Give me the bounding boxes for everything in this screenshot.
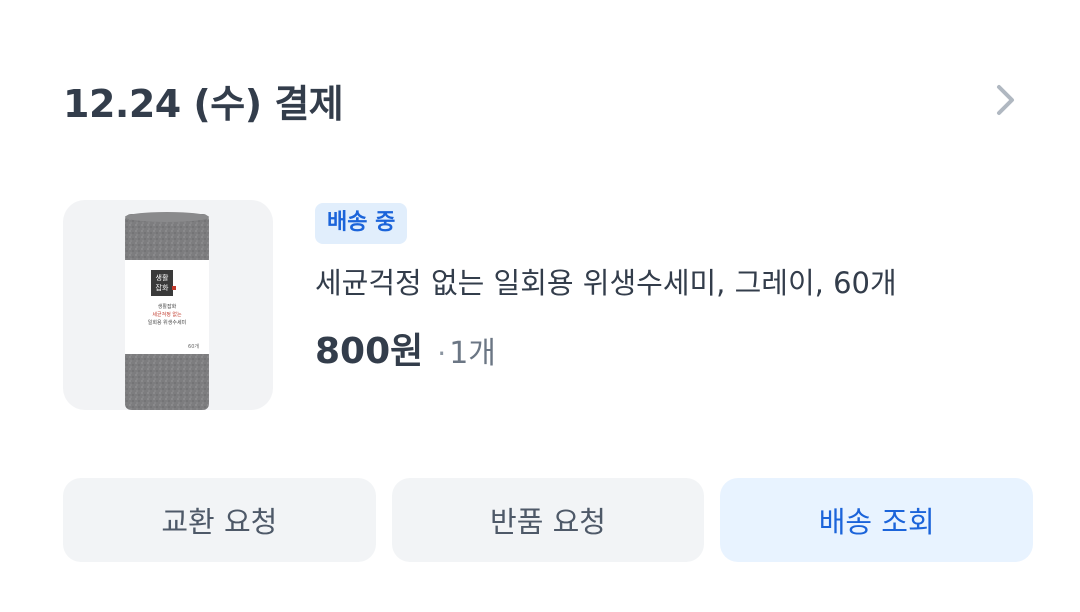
return-request-button[interactable]: 반품 요청 — [391, 478, 705, 562]
svg-text:생활잡화: 생활잡화 — [158, 303, 177, 310]
order-card: 12.24 (수) 결제 생활 잡화 생활잡화 세균걱정 없는 일회용 위생수세… — [0, 0, 1080, 612]
delivery-status-badge: 배송 중 — [315, 203, 408, 244]
product-name[interactable]: 세균걱정 없는 일회용 위생수세미, 그레이, 60개 — [315, 264, 1015, 302]
track-delivery-button[interactable]: 배송 조회 — [720, 478, 1034, 562]
svg-text:세균걱정 없는: 세균걱정 없는 — [152, 311, 182, 318]
product-info: 배송 중 세균걱정 없는 일회용 위생수세미, 그레이, 60개 800원 · … — [315, 203, 1015, 374]
chevron-right-icon[interactable] — [989, 83, 1023, 117]
separator-dot: · — [437, 337, 447, 370]
svg-text:생활: 생활 — [156, 273, 169, 282]
svg-text:잡화: 잡화 — [156, 283, 169, 292]
product-item[interactable]: 생활 잡화 생활잡화 세균걱정 없는 일회용 위생수세미 60개 배송 중 세균… — [63, 200, 1023, 410]
product-roll-image: 생활 잡화 생활잡화 세균걱정 없는 일회용 위생수세미 60개 — [125, 212, 209, 410]
svg-text:일회용 위생수세미: 일회용 위생수세미 — [148, 319, 186, 326]
svg-text:60개: 60개 — [188, 343, 199, 350]
product-price: 800원 — [315, 331, 424, 372]
exchange-request-button[interactable]: 교환 요청 — [63, 478, 376, 562]
action-buttons: 교환 요청 반품 요청 배송 조회 — [63, 478, 1034, 562]
order-date-title: 12.24 (수) 결제 — [63, 81, 344, 126]
product-quantity: 1개 — [449, 336, 496, 371]
price-row: 800원 · 1개 — [315, 322, 1015, 374]
product-thumbnail[interactable]: 생활 잡화 생활잡화 세균걱정 없는 일회용 위생수세미 60개 — [63, 200, 273, 410]
order-header[interactable]: 12.24 (수) 결제 — [63, 68, 1023, 132]
